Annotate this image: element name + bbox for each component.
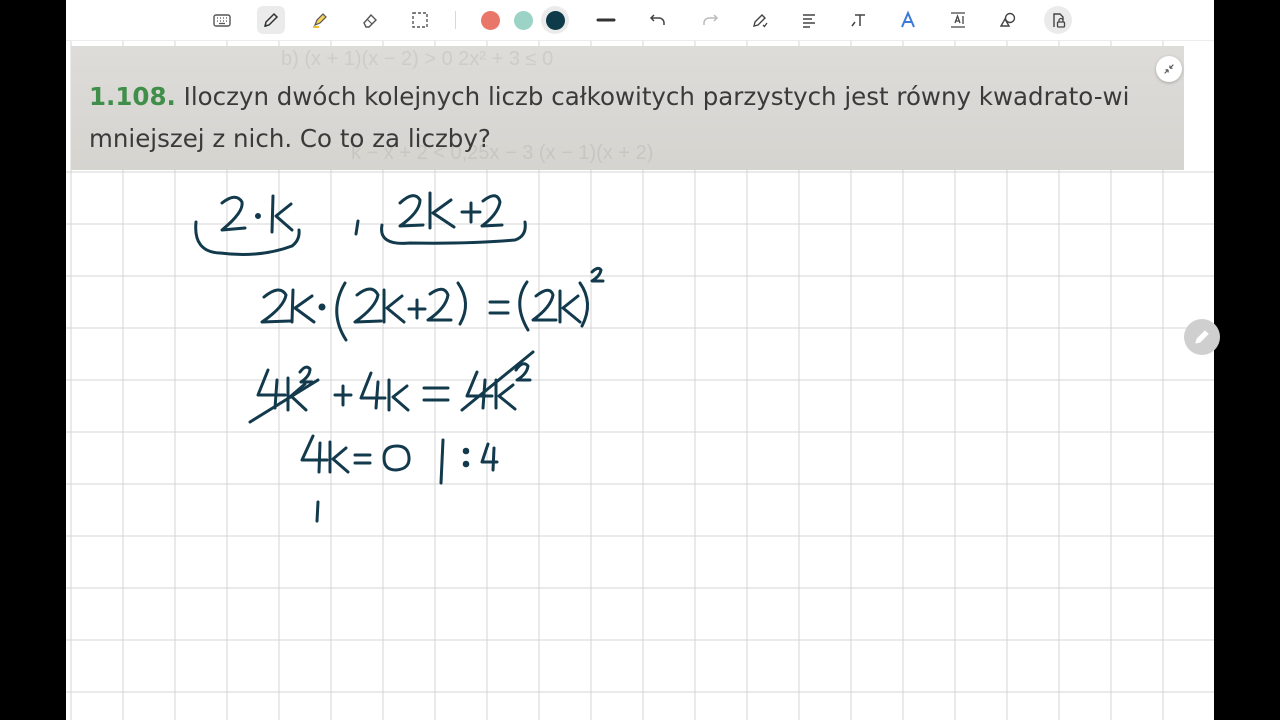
pen-tool-button[interactable]	[257, 6, 285, 34]
background-scan-text: b) (x + 1)(x − 2) > 0 2x² + 3 ≤ 0	[281, 48, 554, 70]
highlighter-icon	[313, 13, 327, 28]
stroke-width-button[interactable]	[592, 6, 620, 34]
question-text: 1.108. Iloczyn dwóch kolejnych liczb cał…	[89, 76, 1169, 160]
color-swatch-mint[interactable]	[509, 6, 537, 34]
keyboard-icon	[213, 14, 231, 27]
spacing-button[interactable]	[944, 6, 972, 34]
spacing-icon	[951, 12, 965, 28]
color-swatch-coral[interactable]	[476, 6, 504, 34]
text-tool-button[interactable]	[845, 6, 873, 34]
ai-button[interactable]	[894, 6, 922, 34]
lock-button[interactable]	[1044, 6, 1072, 34]
shapes-icon	[999, 12, 1016, 27]
eraser-tool-button[interactable]	[356, 6, 384, 34]
question-number: 1.108.	[89, 82, 176, 111]
pencil-icon	[1195, 330, 1209, 344]
floating-pen-button[interactable]	[1184, 319, 1220, 355]
undo-icon	[649, 14, 665, 25]
redo-icon	[703, 14, 719, 25]
color-swatch-fill	[480, 10, 500, 30]
notebook-page[interactable]: b) (x + 1)(x − 2) > 0 2x² + 3 ≤ 0 k − x …	[66, 0, 1214, 720]
highlighter-tool-button[interactable]	[306, 6, 334, 34]
pen-icon	[263, 12, 279, 28]
stroke-width-icon	[596, 18, 616, 22]
ai-icon	[901, 10, 915, 28]
pen-settings-button[interactable]	[746, 6, 774, 34]
text-format-icon	[803, 14, 815, 28]
text-tool-icon	[851, 14, 865, 27]
color-swatch-fill	[545, 10, 565, 30]
lasso-select-button[interactable]	[406, 6, 434, 34]
color-swatch-navy[interactable]	[541, 6, 569, 34]
toolbar-separator	[455, 11, 456, 29]
text-format-button[interactable]	[795, 6, 823, 34]
collapse-image-button[interactable]	[1156, 56, 1182, 82]
pen-settings-icon	[753, 14, 768, 28]
redo-button[interactable]	[696, 6, 724, 34]
question-image: b) (x + 1)(x − 2) > 0 2x² + 3 ≤ 0 k − x …	[71, 46, 1184, 170]
keyboard-button[interactable]	[208, 6, 236, 34]
undo-button[interactable]	[644, 6, 672, 34]
collapse-icon	[1164, 64, 1174, 74]
lasso-select-icon	[412, 12, 428, 28]
color-swatch-fill	[513, 10, 533, 30]
shapes-button[interactable]	[994, 6, 1022, 34]
drawing-toolbar	[66, 0, 1214, 41]
lock-icon	[1053, 13, 1066, 28]
eraser-icon	[363, 13, 377, 28]
question-body: Iloczyn dwóch kolejnych liczb całkowityc…	[89, 82, 1130, 153]
